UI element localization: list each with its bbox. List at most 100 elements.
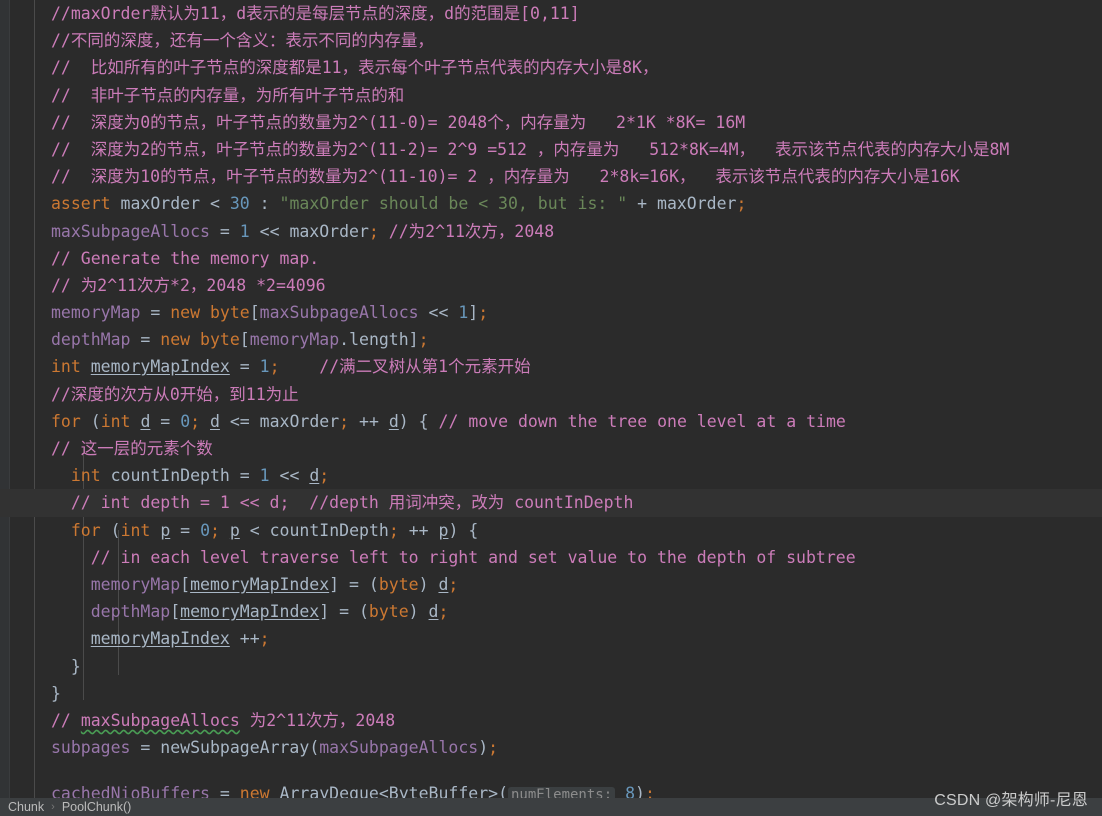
code-token-semi: ; xyxy=(368,221,379,241)
code-token-local: d xyxy=(428,602,439,622)
code-token-num: 0 xyxy=(180,411,191,431)
code-token-semi: ; xyxy=(418,330,429,350)
code-token-comment: // 深度为0的节点，叶子节点的数量为2^(11-0)= 2048个，内存量为 … xyxy=(51,112,746,132)
code-token-field: subpages xyxy=(51,738,131,758)
code-token-kw: new xyxy=(160,330,191,350)
code-token-num: 1 xyxy=(458,303,469,323)
code-token-semi: ; xyxy=(478,303,489,323)
code-token-field: memoryMap xyxy=(90,574,181,594)
breadcrumb-item-0[interactable]: Chunk xyxy=(6,800,46,814)
code-token-semi: ; xyxy=(438,602,449,622)
code-token-field: depthMap xyxy=(51,330,131,350)
code-line[interactable]: depthMap[memoryMapIndex] = (byte) d; xyxy=(0,598,1102,625)
code-line[interactable]: // 深度为2的节点，叶子节点的数量为2^(11-2)= 2^9 =512 ，内… xyxy=(0,136,1102,163)
code-line[interactable]: memoryMap[memoryMapIndex] = (byte) d; xyxy=(0,571,1102,598)
breadcrumb-status-bar[interactable]: Chunk › PoolChunk() xyxy=(0,798,1102,816)
code-token-semi: ; xyxy=(339,411,350,431)
code-line[interactable]: // 为2^11次方*2，2048 *2=4096 xyxy=(0,272,1102,299)
code-token-semi: ; xyxy=(269,357,280,377)
code-token-plain: = xyxy=(130,330,161,350)
code-line[interactable]: } xyxy=(0,653,1102,680)
code-line[interactable]: // 这一层的元素个数 xyxy=(0,435,1102,462)
code-lines-container[interactable]: //maxOrder默认为11，d表示的是每层节点的深度，d的范围是[0,11]… xyxy=(0,0,1102,800)
code-line[interactable]: int countInDepth = 1 << d; xyxy=(0,462,1102,489)
code-line[interactable]: // Generate the memory map. xyxy=(0,245,1102,272)
code-token-method: newSubpageArray xyxy=(160,738,310,758)
code-token-local: d xyxy=(210,411,220,431)
code-editor[interactable]: //maxOrder默认为11，d表示的是每层节点的深度，d的范围是[0,11]… xyxy=(0,0,1102,816)
code-token-plain: } xyxy=(70,656,81,676)
code-line[interactable]: assert maxOrder < 30 : "maxOrder should … xyxy=(0,190,1102,217)
code-token-plain: ] xyxy=(468,303,479,323)
code-line[interactable]: depthMap = new byte[memoryMap.length]; xyxy=(0,326,1102,353)
code-line[interactable]: subpages = newSubpageArray(maxSubpageAll… xyxy=(0,734,1102,761)
code-line[interactable]: // 深度为0的节点，叶子节点的数量为2^(11-0)= 2048个，内存量为 … xyxy=(0,109,1102,136)
code-token-field: maxSubpageAllocs xyxy=(51,221,210,241)
code-line[interactable]: for (int p = 0; p < countInDepth; ++ p) … xyxy=(0,517,1102,544)
code-token-field: memoryMap xyxy=(249,330,340,350)
code-line[interactable]: // 深度为10的节点，叶子节点的数量为2^(11-10)= 2 ，内存量为 2… xyxy=(0,163,1102,190)
code-token-plain: [ xyxy=(180,574,191,594)
breadcrumb-item-1[interactable]: PoolChunk() xyxy=(60,800,133,814)
code-line[interactable]: //深度的次方从0开始，到11为止 xyxy=(0,381,1102,408)
code-token-kw: assert xyxy=(51,194,111,214)
code-token-comment: // xyxy=(51,710,81,730)
code-token-local: memoryMapIndex xyxy=(180,602,320,622)
code-line[interactable]: maxSubpageAllocs = 1 << maxOrder; //为2^1… xyxy=(0,218,1102,245)
code-line[interactable]: memoryMapIndex ++; xyxy=(0,625,1102,652)
code-token-plain: = xyxy=(209,221,240,241)
code-token-comment: // 深度为10的节点，叶子节点的数量为2^(11-10)= 2 ，内存量为 2… xyxy=(51,167,960,187)
code-token-comment: // 为2^11次方*2，2048 *2=4096 xyxy=(51,275,326,295)
code-line[interactable]: for (int d = 0; d <= maxOrder; ++ d) { /… xyxy=(0,408,1102,435)
code-token-local: d xyxy=(140,411,151,431)
code-line[interactable]: // in each level traverse left to right … xyxy=(0,544,1102,571)
code-token-comment: // 非叶子节点的内存量，为所有叶子节点的和 xyxy=(51,85,405,105)
code-token-plain: < countInDepth xyxy=(239,520,389,540)
code-line[interactable]: //不同的深度，还有一个含义：表示不同的内存量， xyxy=(0,27,1102,54)
code-token-str: "maxOrder should be < 30, but is: " xyxy=(279,194,628,214)
code-token-plain: << xyxy=(269,466,310,486)
code-token-plain: [ xyxy=(249,303,260,323)
code-token-plain: ) { xyxy=(398,411,439,431)
code-line[interactable]: // 比如所有的叶子节点的深度都是11，表示每个叶子节点代表的内存大小是8K， xyxy=(0,54,1102,81)
code-token-plain: ) { xyxy=(448,520,479,540)
code-token-comment: // Generate the memory map. xyxy=(51,248,320,268)
code-token-local: d xyxy=(309,466,320,486)
code-token-plain: maxOrder xyxy=(110,194,210,214)
code-line[interactable]: //maxOrder默认为11，d表示的是每层节点的深度，d的范围是[0,11] xyxy=(0,0,1102,27)
code-token-field: depthMap xyxy=(90,602,171,622)
code-token-plain: : xyxy=(249,194,280,214)
code-token-kw: for xyxy=(51,411,81,431)
code-token-plain: = xyxy=(170,520,201,540)
code-token-comment: //深度的次方从0开始，到11为止 xyxy=(51,384,299,404)
code-line[interactable]: int memoryMapIndex = 1; //满二叉树从第1个元素开始 xyxy=(0,353,1102,380)
code-line[interactable]: } xyxy=(0,680,1102,707)
code-token-kw: byte xyxy=(368,602,409,622)
code-token-plain: = xyxy=(130,738,161,758)
code-token-semi: ; xyxy=(319,466,330,486)
code-line[interactable]: // 非叶子节点的内存量，为所有叶子节点的和 xyxy=(0,82,1102,109)
code-token-comment: //不同的深度，还有一个含义：表示不同的内存量， xyxy=(51,31,434,51)
code-token-comment: //满二叉树从第1个元素开始 xyxy=(319,357,531,377)
code-token-plain: = xyxy=(140,303,171,323)
code-token-plain: [ xyxy=(239,330,250,350)
code-token-kw: byte xyxy=(378,574,419,594)
code-token-local: memoryMapIndex xyxy=(90,357,230,377)
code-token-local: d xyxy=(438,574,449,594)
code-token-kw: int xyxy=(100,411,131,431)
code-token-semi: ; xyxy=(259,629,270,649)
code-line[interactable]: memoryMap = new byte[maxSubpageAllocs <<… xyxy=(0,299,1102,326)
code-line[interactable]: // maxSubpageAllocs 为2^11次方，2048 xyxy=(0,707,1102,734)
code-line[interactable]: // int depth = 1 << d; //depth 用词冲突，改为 c… xyxy=(0,489,1102,517)
code-token-kw: int xyxy=(120,520,151,540)
code-token-local: memoryMapIndex xyxy=(190,574,330,594)
code-token-plain: << xyxy=(418,303,459,323)
code-token-plain: = xyxy=(229,357,260,377)
